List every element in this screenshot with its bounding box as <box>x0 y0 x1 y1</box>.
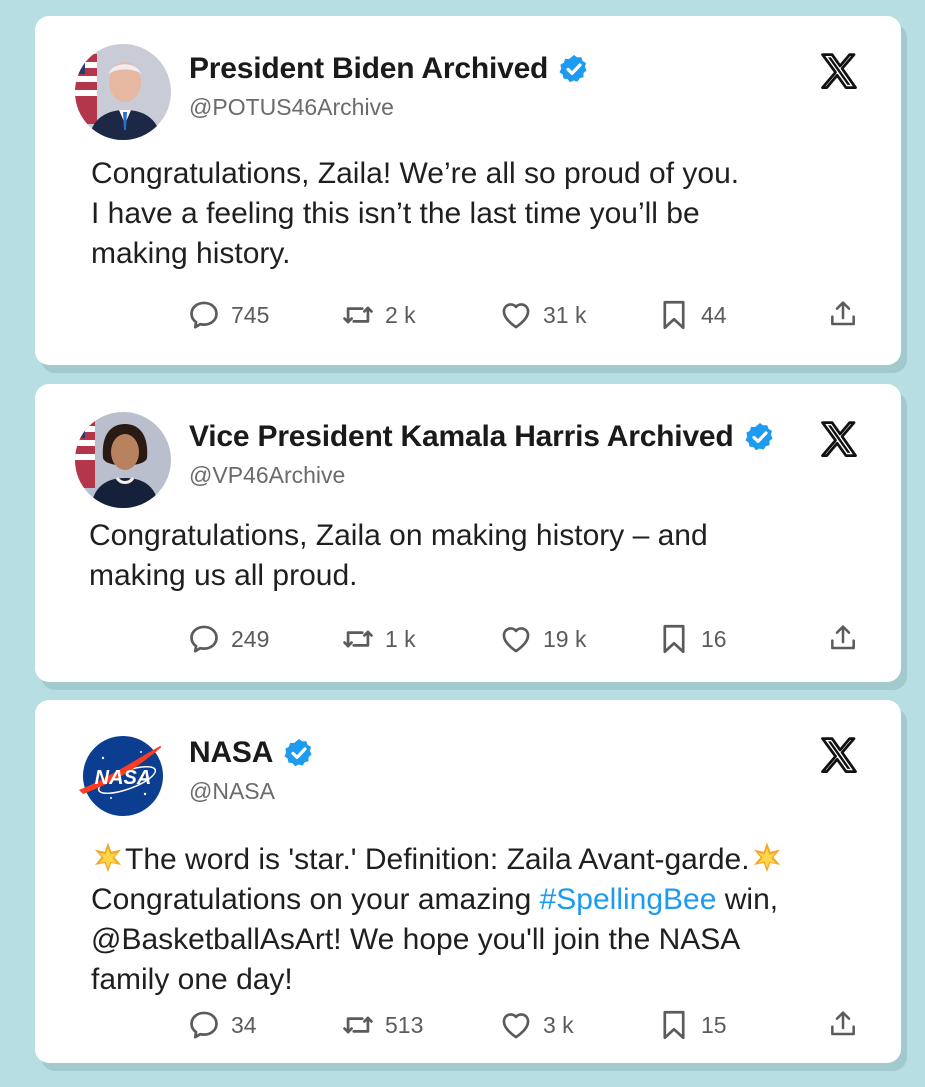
share-icon <box>827 298 859 330</box>
tweet-text-line: Congratulations, Zaila! We’re all so pro… <box>91 157 740 190</box>
tweet-text-line: making history. <box>91 237 291 270</box>
star-emoji-icon <box>750 841 784 875</box>
reply-icon <box>187 1008 221 1042</box>
bookmark-icon <box>657 622 691 656</box>
like-button[interactable]: 31 k <box>499 298 586 332</box>
reply-button[interactable]: 34 <box>187 1008 257 1042</box>
like-count: 31 k <box>543 301 587 328</box>
tweet-text-line: @BasketballAsArt! We hope you'll join th… <box>91 923 741 956</box>
tweet-text-line: The word is 'star.' Definition: Zaila Av… <box>91 840 851 880</box>
avatar[interactable] <box>75 412 171 508</box>
retweet-icon <box>341 622 375 656</box>
bookmark-icon <box>657 298 691 332</box>
bookmark-button[interactable]: 15 <box>657 1008 727 1042</box>
reply-button[interactable]: 745 <box>187 298 269 332</box>
tweet-text: The word is 'star.' Definition: Zaila Av… <box>91 840 851 1000</box>
tweet-text-line: Congratulations on your amazing #Spellin… <box>91 880 851 920</box>
star-emoji-icon <box>91 841 125 875</box>
share-button[interactable] <box>827 622 859 654</box>
handle[interactable]: @POTUS46Archive <box>189 94 394 121</box>
like-button[interactable]: 19 k <box>499 622 586 656</box>
reply-button[interactable]: 249 <box>187 622 269 656</box>
tweet-card-nasa[interactable]: NASA NASA @NASA The word is 'star.' Defi… <box>35 700 901 1063</box>
retweet-button[interactable]: 1 k <box>341 622 416 656</box>
share-icon <box>827 622 859 654</box>
bookmark-count: 15 <box>701 1011 727 1038</box>
tweet-text-segment: The word is 'star.' Definition: Zaila Av… <box>125 843 750 876</box>
verified-icon <box>283 737 315 769</box>
like-count: 19 k <box>543 625 587 652</box>
retweet-count: 2 k <box>385 301 416 328</box>
tweet-text-line: Congratulations, Zaila on making history… <box>89 519 708 552</box>
tweet-text: Congratulations, Zaila on making history… <box>89 516 849 596</box>
handle[interactable]: @NASA <box>189 778 275 805</box>
x-logo-icon[interactable] <box>817 734 861 778</box>
avatar[interactable] <box>75 44 171 140</box>
like-button[interactable]: 3 k <box>499 1008 574 1042</box>
tweet-text-line: I have a feeling this isn’t the last tim… <box>91 197 700 230</box>
like-icon <box>499 1008 533 1042</box>
tweet-text-segment: win, <box>716 883 779 916</box>
retweet-icon <box>341 1008 375 1042</box>
tweet-text: Congratulations, Zaila! We’re all so pro… <box>91 154 851 274</box>
share-button[interactable] <box>827 1008 859 1040</box>
share-button[interactable] <box>827 298 859 330</box>
reply-count: 745 <box>231 301 270 328</box>
tweet-card-harris[interactable]: Vice President Kamala Harris Archived @V… <box>35 384 901 682</box>
action-bar: 34 513 3 k 15 <box>35 1008 901 1048</box>
tweet-text-segment: Congratulations on your amazing <box>91 883 540 916</box>
x-logo-icon[interactable] <box>817 418 861 462</box>
display-name[interactable]: NASA <box>189 736 273 770</box>
reply-count: 249 <box>231 625 270 652</box>
retweet-count: 513 <box>385 1011 424 1038</box>
retweet-icon <box>341 298 375 332</box>
x-logo-icon[interactable] <box>817 50 861 94</box>
retweet-count: 1 k <box>385 625 416 652</box>
bookmark-count: 44 <box>701 301 727 328</box>
retweet-button[interactable]: 2 k <box>341 298 416 332</box>
tweet-card-biden[interactable]: President Biden Archived @POTUS46Archive… <box>35 16 901 365</box>
hashtag-link[interactable]: #SpellingBee <box>540 883 717 916</box>
avatar[interactable]: NASA <box>75 728 171 824</box>
verified-icon <box>558 53 590 85</box>
like-count: 3 k <box>543 1011 574 1038</box>
reply-count: 34 <box>231 1011 257 1038</box>
reply-icon <box>187 298 221 332</box>
verified-icon <box>744 421 776 453</box>
action-bar: 249 1 k 19 k 16 <box>35 622 901 662</box>
retweet-button[interactable]: 513 <box>341 1008 423 1042</box>
tweet-text-line: making us all proud. <box>89 559 358 592</box>
bookmark-icon <box>657 1008 691 1042</box>
reply-icon <box>187 622 221 656</box>
like-icon <box>499 622 533 656</box>
action-bar: 745 2 k 31 k 44 <box>35 298 901 338</box>
like-icon <box>499 298 533 332</box>
share-icon <box>827 1008 859 1040</box>
handle[interactable]: @VP46Archive <box>189 462 345 489</box>
bookmark-button[interactable]: 44 <box>657 298 727 332</box>
avatar-text: NASA <box>95 767 152 789</box>
bookmark-count: 16 <box>701 625 727 652</box>
display-name[interactable]: President Biden Archived <box>189 52 548 86</box>
display-name[interactable]: Vice President Kamala Harris Archived <box>189 420 734 454</box>
bookmark-button[interactable]: 16 <box>657 622 727 656</box>
tweet-text-line: family one day! <box>91 963 293 996</box>
